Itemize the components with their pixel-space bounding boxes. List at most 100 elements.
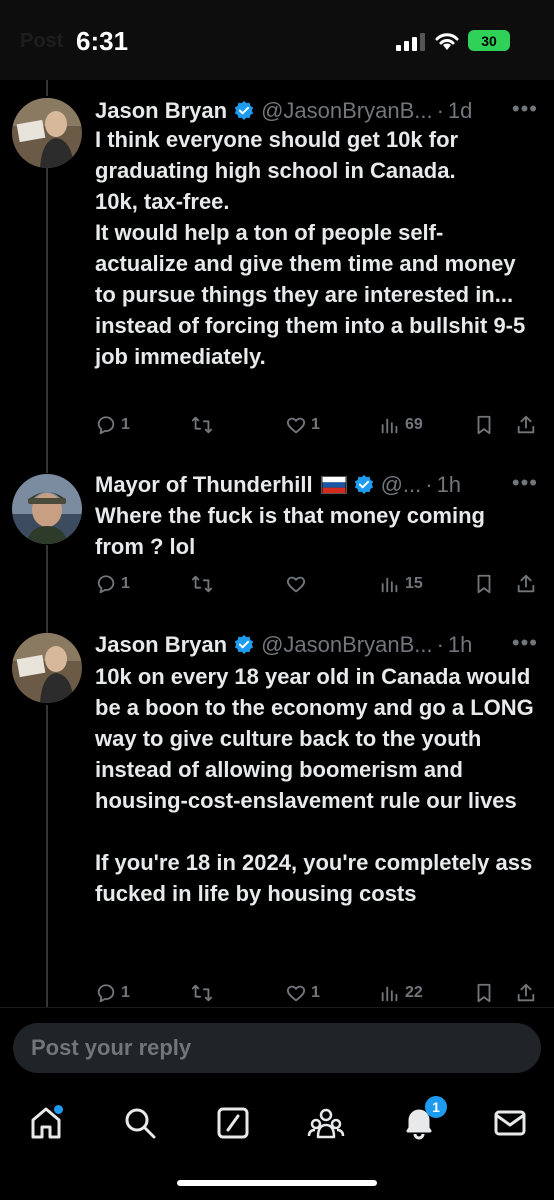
cellular-signal-icon [396, 33, 425, 51]
bookmark-button[interactable] [473, 571, 499, 597]
views-button[interactable]: 69 [379, 412, 423, 438]
like-button[interactable] [285, 571, 311, 597]
share-button[interactable] [515, 571, 541, 597]
bookmark-button[interactable] [473, 412, 499, 438]
separator-dot: · [436, 632, 444, 657]
tweet-header: Mayor of Thunderhill @... · 1h ••• [95, 470, 538, 500]
avatar[interactable] [12, 474, 82, 544]
like-count: 1 [311, 416, 320, 433]
tweet[interactable]: Jason Bryan @JasonBryanB... · 1h ••• 10k… [0, 630, 554, 1005]
views-count: 15 [405, 575, 423, 592]
repost-button[interactable] [191, 412, 217, 438]
reply-count: 1 [121, 575, 130, 592]
reply-count: 1 [121, 416, 130, 433]
reply-count: 1 [121, 984, 130, 1001]
tab-messages[interactable] [490, 1103, 530, 1143]
tweet-text: I think everyone should get 10k for grad… [95, 127, 526, 369]
author-handle[interactable]: @JasonBryanB... [261, 98, 433, 124]
more-options-icon[interactable]: ••• [512, 96, 538, 122]
mail-icon [494, 1110, 526, 1136]
views-chart-icon [381, 577, 398, 593]
views-button[interactable]: 22 [379, 980, 423, 1006]
author-handle[interactable]: @JasonBryanB... [261, 632, 433, 658]
notification-badge: 1 [425, 1096, 447, 1118]
thread-line [46, 80, 48, 96]
share-button[interactable] [515, 412, 541, 438]
header-title-ghost: Post [20, 30, 64, 52]
tweet-header: Jason Bryan @JasonBryanB... · 1d ••• [95, 96, 538, 126]
tweet[interactable]: Jason Bryan @JasonBryanB... · 1d ••• I t… [0, 96, 554, 446]
home-indicator [177, 1180, 377, 1186]
share-icon [517, 574, 535, 593]
tab-communities[interactable] [306, 1103, 346, 1143]
like-button[interactable]: 1 [285, 980, 320, 1006]
reply-icon [97, 575, 115, 594]
heart-icon [286, 576, 306, 593]
repost-button[interactable] [191, 571, 217, 597]
tab-grok[interactable] [213, 1103, 253, 1143]
share-button[interactable] [515, 980, 541, 1006]
reply-button[interactable]: 1 [95, 412, 130, 438]
repost-icon [191, 416, 213, 434]
tweet-text: 10k on every 18 year old in Canada would… [95, 664, 534, 906]
views-button[interactable]: 15 [379, 571, 423, 597]
search-icon [125, 1108, 156, 1139]
repost-button[interactable] [191, 980, 217, 1006]
tab-notifications[interactable]: 1 [399, 1096, 447, 1143]
status-bar: Post 6:31 30 [0, 0, 554, 80]
reply-button[interactable]: 1 [95, 980, 130, 1006]
avatar[interactable] [12, 633, 82, 703]
reply-bar [0, 1007, 554, 1087]
battery-level: 30 [481, 32, 497, 49]
separator-dot: · [425, 472, 433, 497]
tweet-text: Where the fuck is that money coming from… [95, 503, 492, 559]
like-button[interactable]: 1 [285, 412, 320, 438]
tweet-actions: 1 1 69 [95, 412, 545, 438]
status-time: 6:31 [76, 26, 129, 56]
wifi-icon [435, 33, 459, 50]
grok-icon [217, 1107, 249, 1139]
heart-icon [286, 985, 306, 1002]
author-name[interactable]: Jason Bryan [95, 98, 227, 124]
russia-flag-icon [320, 476, 347, 494]
separator-dot: · [436, 98, 444, 123]
bookmark-button[interactable] [473, 980, 499, 1006]
views-chart-icon [381, 418, 398, 434]
reply-icon [97, 984, 115, 1003]
author-name[interactable]: Mayor of Thunderhill [95, 472, 313, 498]
repost-icon [191, 984, 213, 1002]
tweet-header: Jason Bryan @JasonBryanB... · 1h ••• [95, 630, 538, 660]
repost-icon [191, 575, 213, 593]
tweet-actions: 1 15 [95, 571, 545, 597]
reply-input[interactable] [13, 1023, 541, 1073]
post-time[interactable]: 1h [437, 472, 461, 498]
author-handle[interactable]: @... [381, 472, 422, 498]
verified-badge-icon [234, 100, 254, 120]
views-count: 22 [405, 984, 423, 1001]
post-time[interactable]: 1d [448, 98, 472, 124]
tweet[interactable]: Mayor of Thunderhill @... · 1h ••• Where… [0, 470, 554, 610]
post-time[interactable]: 1h [448, 632, 472, 658]
reply-button[interactable]: 1 [95, 571, 130, 597]
bookmark-icon [477, 574, 491, 594]
more-options-icon[interactable]: ••• [512, 630, 538, 656]
like-count: 1 [311, 984, 320, 1001]
communities-icon [307, 1108, 345, 1139]
tab-home[interactable] [26, 1103, 66, 1143]
more-options-icon[interactable]: ••• [512, 470, 538, 496]
tab-search[interactable] [120, 1103, 160, 1143]
author-name[interactable]: Jason Bryan [95, 632, 227, 658]
bookmark-icon [477, 983, 491, 1003]
home-notification-dot [54, 1105, 63, 1114]
tweet-actions: 1 1 22 [95, 980, 545, 1006]
verified-badge-icon [234, 634, 254, 654]
views-count: 69 [405, 416, 423, 433]
reply-icon [97, 416, 115, 435]
views-chart-icon [381, 986, 398, 1002]
heart-icon [286, 417, 306, 434]
bookmark-icon [477, 415, 491, 435]
avatar[interactable] [12, 98, 82, 168]
share-icon [517, 983, 535, 1002]
verified-badge-icon [354, 474, 373, 494]
battery-indicator: 30 [468, 30, 510, 51]
